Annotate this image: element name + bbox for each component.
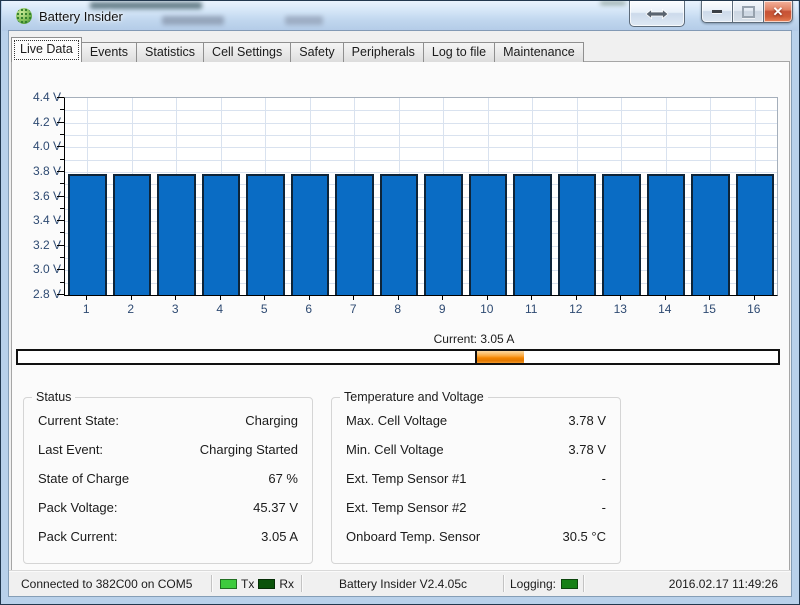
glass-blur-artifact — [90, 2, 202, 9]
row-value: Charging — [245, 413, 298, 429]
status-bar: Connected to 382C00 on COM5 Tx Rx Batter… — [9, 570, 791, 596]
tx-indicator-led — [220, 579, 237, 589]
logging-status: Logging: — [505, 571, 583, 596]
tab-statistics[interactable]: Statistics — [136, 42, 204, 62]
tab-maintenance[interactable]: Maintenance — [494, 42, 584, 62]
info-row: Max. Cell Voltage 3.78 V — [346, 413, 606, 429]
current-gauge — [16, 349, 780, 365]
tab-cell-settings[interactable]: Cell Settings — [203, 42, 291, 62]
tab-peripherals[interactable]: Peripherals — [343, 42, 424, 62]
rx-label: Rx — [279, 577, 294, 591]
row-label: Pack Voltage: — [38, 500, 118, 516]
info-row: Last Event: Charging Started — [38, 442, 298, 458]
connection-status: Connected to 382C00 on COM5 — [9, 571, 211, 596]
temperature-rows: Max. Cell Voltage3.78 VMin. Cell Voltage… — [332, 398, 620, 545]
info-row: State of Charge 67 % — [38, 471, 298, 487]
glass-blur-artifact — [285, 16, 323, 25]
info-row: Ext. Temp Sensor #1 - — [346, 471, 606, 487]
info-row: Onboard Temp. Sensor 30.5 °C — [346, 529, 606, 545]
row-value: 3.78 V — [568, 413, 606, 429]
temperature-groupbox-title: Temperature and Voltage — [340, 390, 488, 404]
tab-safety[interactable]: Safety — [290, 42, 343, 62]
info-row: Min. Cell Voltage 3.78 V — [346, 442, 606, 458]
row-value: 3.78 V — [568, 442, 606, 458]
row-label: Ext. Temp Sensor #1 — [346, 471, 466, 487]
txrx-indicators: Tx Rx — [213, 571, 301, 596]
maximize-icon — [742, 6, 755, 18]
toggle-size-button[interactable] — [629, 1, 685, 27]
row-value: 67 % — [268, 471, 298, 487]
row-label: Pack Current: — [38, 529, 117, 545]
row-label: State of Charge — [38, 471, 129, 487]
datetime-display: 2016.02.17 11:49:26 — [585, 571, 791, 596]
app-icon — [16, 8, 32, 24]
status-groupbox-title: Status — [32, 390, 75, 404]
logging-indicator-led — [561, 579, 578, 589]
tab-live-data[interactable]: Live Data — [11, 37, 82, 62]
temperature-voltage-groupbox: Temperature and Voltage Max. Cell Voltag… — [331, 397, 621, 564]
info-row: Current State: Charging — [38, 413, 298, 429]
glass-blur-artifact — [600, 1, 626, 5]
tab-events[interactable]: Events — [81, 42, 137, 62]
close-button[interactable]: ✕ — [763, 1, 793, 23]
row-value: - — [602, 500, 606, 516]
app-version: Battery Insider V2.4.05c — [303, 571, 503, 596]
tab-log-to-file[interactable]: Log to file — [423, 42, 495, 62]
tx-label: Tx — [241, 577, 254, 591]
info-row: Ext. Temp Sensor #2 - — [346, 500, 606, 516]
row-label: Onboard Temp. Sensor — [346, 529, 480, 545]
row-label: Min. Cell Voltage — [346, 442, 444, 458]
status-groupbox: Status Current State:ChargingLast Event:… — [23, 397, 313, 564]
title-bar: Battery Insider ✕ — [2, 1, 798, 31]
minimize-button[interactable] — [701, 1, 732, 23]
row-label: Ext. Temp Sensor #2 — [346, 500, 466, 516]
row-value: 45.37 V — [253, 500, 298, 516]
row-value: 3.05 A — [261, 529, 298, 545]
tab-strip: Live DataEventsStatisticsCell SettingsSa… — [11, 37, 584, 62]
glass-blur-artifact — [162, 16, 224, 25]
row-label: Current State: — [38, 413, 119, 429]
window-title: Battery Insider — [39, 9, 123, 24]
battery-insider-window: Battery Insider ✕ Live DataEventsStatist… — [0, 0, 800, 605]
current-gauge-label: Current: 3.05 A — [394, 332, 554, 346]
double-arrow-icon — [645, 8, 669, 20]
row-value: Charging Started — [200, 442, 298, 458]
rx-indicator-led — [258, 579, 275, 589]
row-value: 30.5 °C — [562, 529, 606, 545]
row-label: Last Event: — [38, 442, 103, 458]
row-value: - — [602, 471, 606, 487]
info-row: Pack Voltage: 45.37 V — [38, 500, 298, 516]
caption-buttons: ✕ — [701, 1, 793, 23]
minimize-icon — [712, 10, 722, 13]
current-gauge-fill — [477, 351, 524, 363]
status-rows: Current State: Charging Last Event: Chargin… — [24, 398, 312, 545]
close-icon: ✕ — [773, 5, 784, 18]
info-row: Pack Current: 3.05 A — [38, 529, 298, 545]
logging-label: Logging: — [510, 577, 556, 591]
maximize-button[interactable] — [732, 1, 763, 23]
row-label: Max. Cell Voltage — [346, 413, 447, 429]
